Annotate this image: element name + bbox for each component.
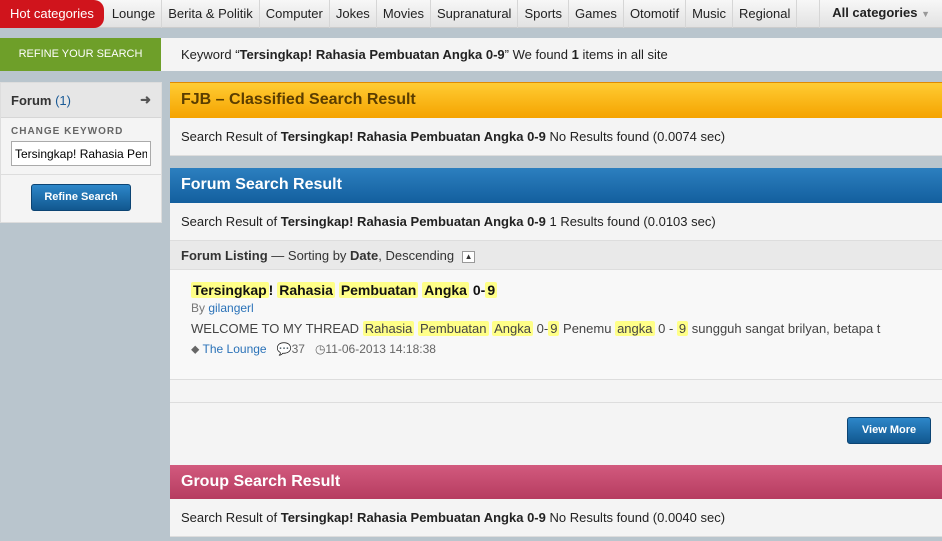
forum-label: Forum: [11, 92, 52, 108]
thread-title-link[interactable]: Tersingkap! Rahasia Pembuatan Angka 0- 9: [191, 282, 921, 298]
fjb-title: FJB – Classified Search Result: [170, 82, 942, 118]
chevron-down-icon: ▼: [921, 9, 930, 19]
kw-prefix: Keyword “: [181, 47, 240, 62]
keyword-summary: Keyword “Tersingkap! Rahasia Pembuatan A…: [161, 47, 668, 62]
keyword-input[interactable]: [11, 141, 151, 166]
group-result: Search Result of Tersingkap! Rahasia Pem…: [170, 499, 942, 537]
refine-bar: REFINE YOUR SEARCH Keyword “Tersingkap! …: [0, 38, 942, 71]
nav-jokes[interactable]: Jokes: [330, 0, 377, 28]
fjb-panel: FJB – Classified Search Result Search Re…: [170, 82, 942, 156]
nav-berita-politik[interactable]: Berita & Politik: [162, 0, 260, 28]
forum-listing-header: Forum Listing — Sorting by Date, Descend…: [170, 241, 942, 270]
refine-your-search-tab[interactable]: REFINE YOUR SEARCH: [0, 38, 161, 71]
tag-icon: ⬥: [191, 342, 200, 356]
nav-regional[interactable]: Regional: [733, 0, 798, 28]
top-nav: Hot categories Lounge Berita & Politik C…: [0, 0, 942, 28]
all-categories-label: All categories: [832, 5, 918, 20]
nav-otomotif[interactable]: Otomotif: [624, 0, 687, 28]
all-categories-dropdown[interactable]: All categories ▼: [819, 0, 942, 28]
category-link[interactable]: The Lounge: [203, 342, 267, 356]
keyword: Tersingkap! Rahasia Pembuatan Angka 0-9: [239, 47, 505, 62]
fjb-result: Search Result of Tersingkap! Rahasia Pem…: [170, 118, 942, 156]
group-title: Group Search Result: [170, 465, 942, 499]
view-more-button[interactable]: View More: [847, 417, 931, 444]
sidebar: Forum (1) ➜ CHANGE KEYWORD Refine Search: [0, 82, 162, 223]
result-count: 1: [571, 47, 579, 62]
nav-supranatural[interactable]: Supranatural: [431, 0, 519, 28]
forum-result: Search Result of Tersingkap! Rahasia Pem…: [170, 203, 942, 241]
forum-filter[interactable]: Forum (1) ➜: [1, 83, 161, 118]
collapse-icon[interactable]: ▲: [462, 250, 476, 263]
comment-icon: 💬: [276, 342, 292, 356]
forum-title: Forum Search Result: [170, 168, 942, 203]
forum-panel: Forum Search Result Search Result of Ter…: [170, 168, 942, 475]
list-item: Tersingkap! Rahasia Pembuatan Angka 0- 9 …: [170, 270, 942, 380]
author-link[interactable]: gilangerl: [208, 301, 253, 315]
thread-meta: ⬥ The Lounge 💬37 ◷11-06-2013 14:18:38: [191, 342, 921, 357]
nav-games[interactable]: Games: [569, 0, 624, 28]
group-panel: Group Search Result Search Result of Ter…: [170, 465, 942, 537]
thread-author: By gilangerl: [191, 301, 254, 315]
nav-sports[interactable]: Sports: [518, 0, 570, 28]
nav-music[interactable]: Music: [686, 0, 734, 28]
nav-movies[interactable]: Movies: [377, 0, 431, 28]
hot-categories-tab[interactable]: Hot categories: [0, 0, 104, 28]
nav-computer[interactable]: Computer: [260, 0, 330, 28]
nav-lounge[interactable]: Lounge: [106, 0, 163, 28]
kw-mid: ” We found: [504, 47, 572, 62]
reply-count: 37: [291, 342, 305, 356]
clock-icon: ◷: [314, 342, 326, 356]
thread-snippet: WELCOME TO MY THREAD Rahasia Pembuatan A…: [191, 321, 881, 336]
thread-date: 11-06-2013 14:18:38: [325, 342, 436, 356]
arrow-right-icon: ➜: [140, 92, 151, 107]
change-keyword-label: CHANGE KEYWORD: [11, 126, 124, 137]
kw-suffix: items in all site: [578, 47, 668, 62]
refine-search-button[interactable]: Refine Search: [31, 184, 131, 211]
forum-count: (1): [55, 92, 71, 108]
